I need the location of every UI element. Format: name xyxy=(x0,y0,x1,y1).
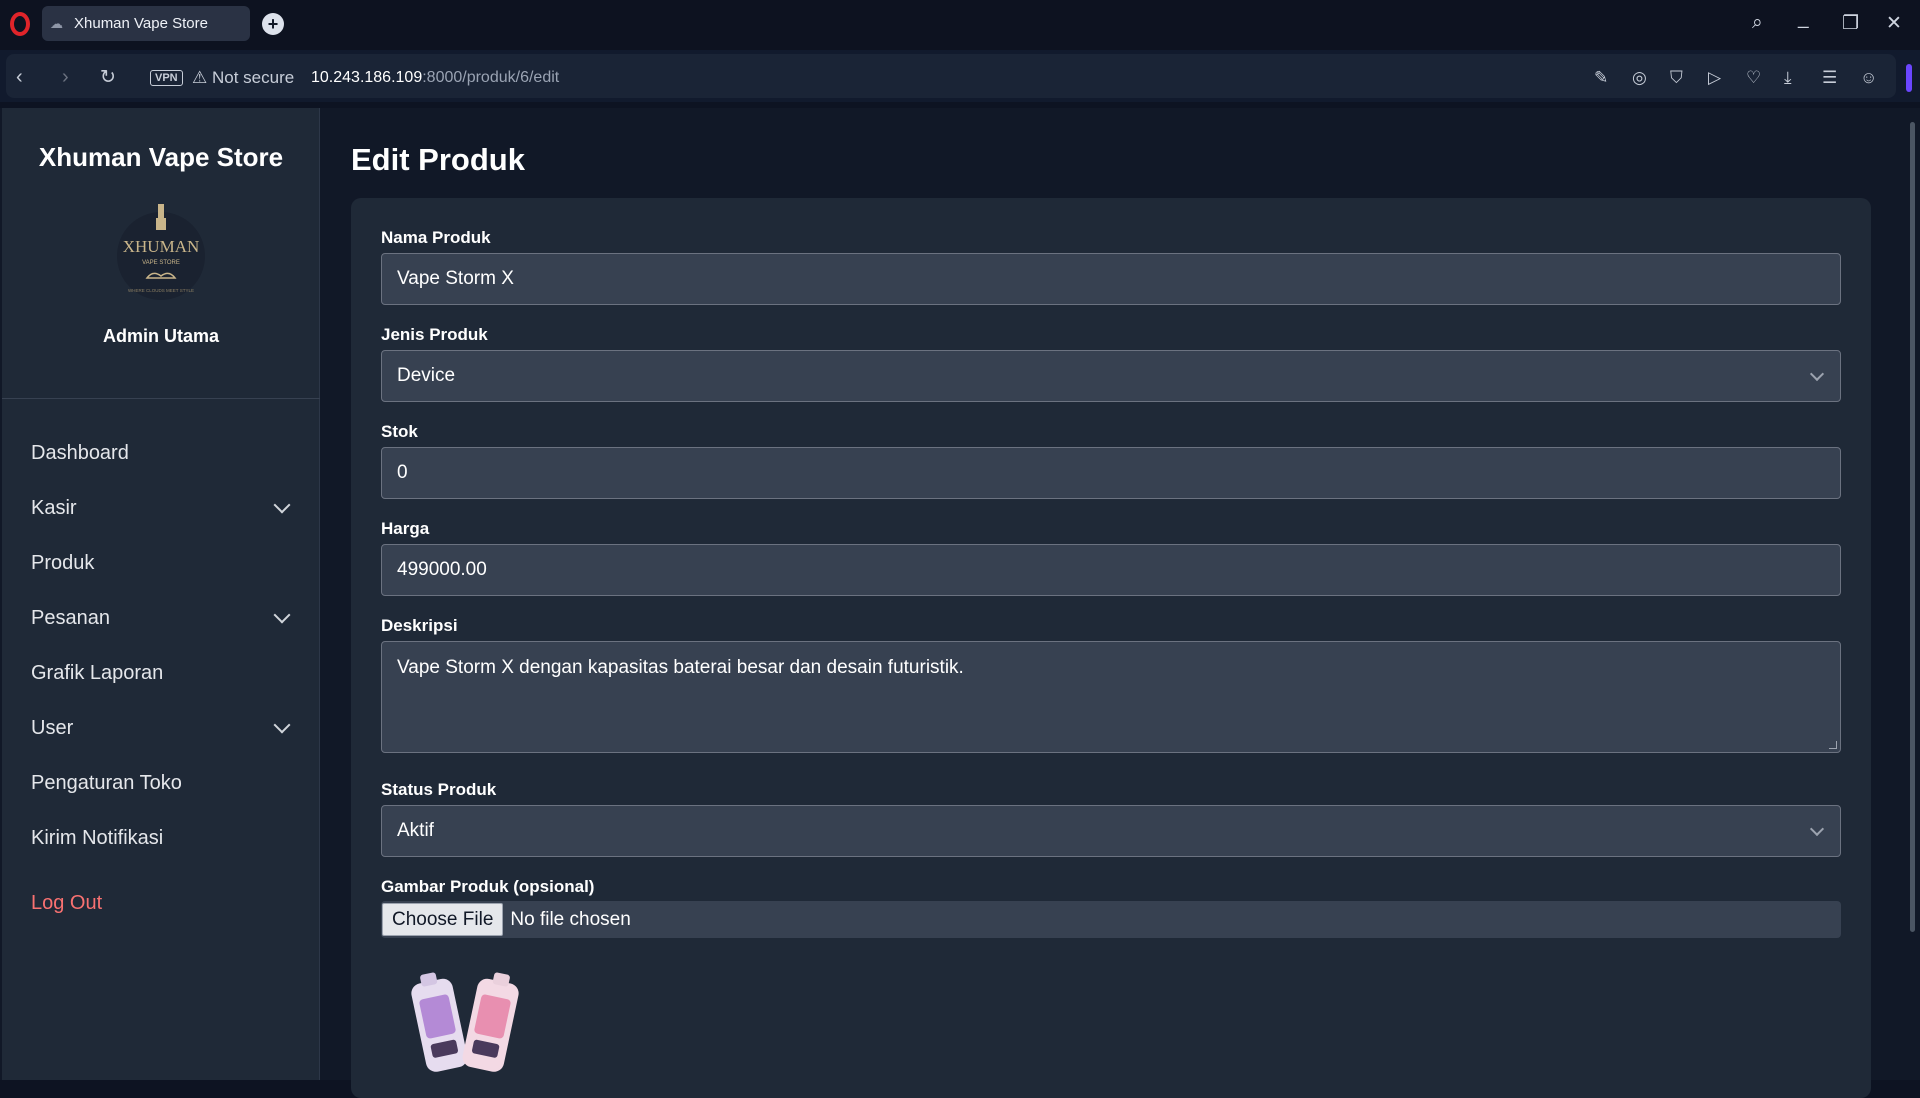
chevron-down-icon xyxy=(273,496,291,514)
camera-icon[interactable]: ◎ xyxy=(1632,68,1647,88)
new-tab-button[interactable]: + xyxy=(262,13,284,35)
choose-file-button[interactable]: Choose File xyxy=(382,903,504,936)
url-host: 10.243.186.109 xyxy=(311,69,423,86)
deskripsi-value: Vape Storm X dengan kapasitas baterai be… xyxy=(397,657,964,678)
main-content: Edit Produk Nama Produk Vape Storm X Jen… xyxy=(320,108,1900,1098)
gambar-produk-file-input[interactable]: Choose File No file chosen xyxy=(381,901,1841,938)
sidebar-item-pesanan[interactable]: Pesanan xyxy=(2,591,320,646)
profile-icon[interactable]: ☺ xyxy=(1860,68,1877,88)
search-icon[interactable]: ⌕ xyxy=(1752,12,1763,34)
jenis-produk-select[interactable]: Device xyxy=(381,350,1841,402)
scrollbar-thumb[interactable] xyxy=(1910,122,1915,932)
jenis-produk-value: Device xyxy=(397,365,456,386)
sidebar-item-label: Dashboard xyxy=(31,442,129,464)
edit-page-icon[interactable]: ✎ xyxy=(1594,68,1608,88)
stok-label: Stok xyxy=(381,422,418,441)
nama-produk-input[interactable]: Vape Storm X xyxy=(381,253,1841,305)
logo-text: XHUMAN xyxy=(123,237,200,256)
chevron-down-icon xyxy=(1809,366,1825,382)
sidebar-item-pengaturan-toko[interactable]: Pengaturan Toko xyxy=(2,756,320,811)
tab-favicon-icon: ☁ xyxy=(50,15,63,31)
sidebar-item-produk[interactable]: Produk xyxy=(2,536,320,591)
sidebar-item-kasir[interactable]: Kasir xyxy=(2,481,320,536)
security-indicator[interactable]: ⚠ Not secure xyxy=(192,68,294,88)
back-icon[interactable]: ‹ xyxy=(16,66,23,89)
deskripsi-label: Deskripsi xyxy=(381,616,458,635)
status-produk-value: Aktif xyxy=(397,820,434,841)
address-field-container: ‹ › ↻ VPN ⚠ Not secure 10.243.186.109:80… xyxy=(6,54,1896,98)
heart-icon[interactable]: ♡ xyxy=(1746,68,1761,88)
browser-tab[interactable]: ☁ Xhuman Vape Store xyxy=(42,6,250,41)
edit-product-form: Nama Produk Vape Storm X Jenis Produk De… xyxy=(351,198,1871,1098)
chevron-down-icon xyxy=(1809,821,1825,837)
sidebar-item-label: Pengaturan Toko xyxy=(31,772,182,794)
resize-handle-icon[interactable] xyxy=(1829,741,1837,749)
sidebar-menu: Dashboard Kasir Produk Pesanan Grafik La… xyxy=(2,426,320,931)
logout-link[interactable]: Log Out xyxy=(2,876,320,931)
close-icon[interactable]: ✕ xyxy=(1886,12,1902,35)
url-input[interactable]: 10.243.186.109:8000/produk/6/edit xyxy=(311,69,559,87)
page-scrollbar[interactable] xyxy=(1906,108,1920,1080)
reload-icon[interactable]: ↻ xyxy=(100,66,116,89)
sidebar-item-label: User xyxy=(31,717,74,739)
opera-logo-icon[interactable] xyxy=(10,12,30,36)
page-title: Edit Produk xyxy=(351,142,525,177)
harga-value: 499000.00 xyxy=(397,559,487,580)
logo-subtext: VAPE STORE xyxy=(142,260,180,266)
product-image-preview xyxy=(411,972,519,1072)
nama-produk-label: Nama Produk xyxy=(381,228,491,247)
menu-icon[interactable]: ☰ xyxy=(1822,68,1837,88)
logo-slogan: WHERE CLOUDS MEET STYLE xyxy=(128,288,194,293)
stok-input[interactable]: 0 xyxy=(381,447,1841,499)
logout-label: Log Out xyxy=(31,892,103,914)
store-logo: XHUMAN VAPE STORE WHERE CLOUDS MEET STYL… xyxy=(117,204,205,300)
stok-value: 0 xyxy=(397,462,408,483)
jenis-produk-label: Jenis Produk xyxy=(381,325,488,344)
gambar-produk-label: Gambar Produk (opsional) xyxy=(381,877,595,896)
forward-icon[interactable]: › xyxy=(62,66,69,89)
sidebar-item-dashboard[interactable]: Dashboard xyxy=(2,426,320,481)
store-name: Xhuman Vape Store xyxy=(38,142,284,172)
chevron-down-icon xyxy=(273,606,291,624)
browser-address-bar: ‹ › ↻ VPN ⚠ Not secure 10.243.186.109:80… xyxy=(0,50,1920,102)
vpn-badge[interactable]: VPN xyxy=(150,70,183,86)
chevron-down-icon xyxy=(273,716,291,734)
no-file-text: No file chosen xyxy=(510,908,631,930)
sidebar-item-label: Grafik Laporan xyxy=(31,662,164,684)
warning-icon: ⚠ xyxy=(192,68,208,87)
sidebar-item-grafik-laporan[interactable]: Grafik Laporan xyxy=(2,646,320,701)
sidebar-divider xyxy=(2,398,320,399)
app-container: Xhuman Vape Store XHUMAN VAPE STORE WHER… xyxy=(0,108,1920,1098)
browser-tab-bar: ☁ Xhuman Vape Store + ⌕ _ ❐ ✕ xyxy=(0,0,1920,50)
status-produk-label: Status Produk xyxy=(381,780,497,799)
tab-title: Xhuman Vape Store xyxy=(74,15,208,32)
security-text: Not secure xyxy=(211,68,295,87)
admin-name: Admin Utama xyxy=(102,326,219,346)
minimize-icon[interactable]: _ xyxy=(1798,8,1809,30)
harga-label: Harga xyxy=(381,519,430,538)
download-icon[interactable]: ⤓ xyxy=(1784,68,1792,88)
harga-input[interactable]: 499000.00 xyxy=(381,544,1841,596)
sidebar-item-label: Kirim Notifikasi xyxy=(31,827,164,849)
sidebar-item-label: Pesanan xyxy=(31,607,110,629)
shield-icon[interactable]: ⛉ xyxy=(1670,68,1683,88)
sidebar: Xhuman Vape Store XHUMAN VAPE STORE WHER… xyxy=(2,108,320,1080)
deskripsi-textarea[interactable]: Vape Storm X dengan kapasitas baterai be… xyxy=(381,641,1841,753)
status-produk-select[interactable]: Aktif xyxy=(381,805,1841,857)
sidebar-accent-bar xyxy=(1906,64,1912,92)
sidebar-item-user[interactable]: User xyxy=(2,701,320,756)
nama-produk-value: Vape Storm X xyxy=(397,268,514,289)
play-icon[interactable]: ▷ xyxy=(1708,68,1721,88)
url-path: :8000/produk/6/edit xyxy=(422,69,560,86)
sidebar-item-label: Kasir xyxy=(31,497,77,519)
restore-icon[interactable]: ❐ xyxy=(1842,12,1859,35)
sidebar-item-label: Produk xyxy=(31,552,95,574)
sidebar-item-kirim-notifikasi[interactable]: Kirim Notifikasi xyxy=(2,811,320,866)
